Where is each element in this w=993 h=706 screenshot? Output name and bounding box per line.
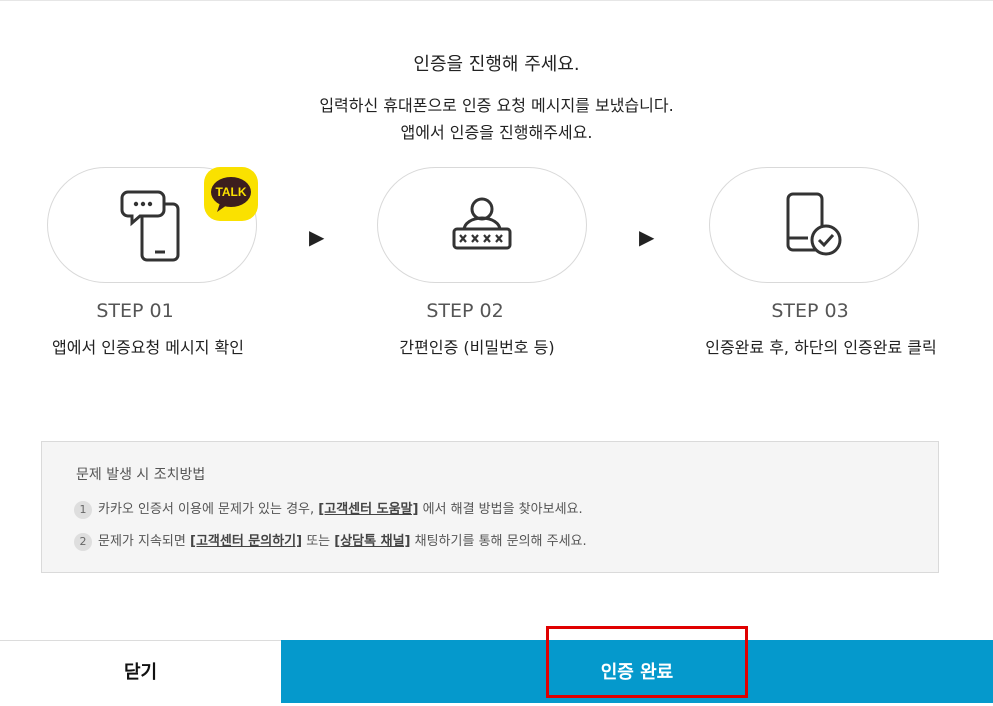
troubleshoot-item-1: 1 카카오 인증서 이용에 문제가 있는 경우, [고객센터 도움말] 에서 해결… <box>74 498 583 519</box>
step-arrow-2: ▶ <box>639 225 655 249</box>
instruction-line-1: 입력하신 휴대폰으로 인증 요청 메시지를 보냈습니다. <box>319 96 674 115</box>
item-2-suffix: 채팅하기를 통해 문의해 주세요. <box>410 534 587 549</box>
contact-support-link[interactable]: [고객센터 문의하기] <box>190 534 302 549</box>
user-password-icon <box>452 197 512 250</box>
step-2-card <box>377 167 587 283</box>
step-1-label: STEP 01 <box>96 300 174 322</box>
step-arrow-1: ▶ <box>309 225 325 249</box>
kakaotalk-badge: TALK <box>204 167 258 221</box>
step-3-label: STEP 03 <box>771 300 849 322</box>
step-3-card <box>709 167 919 283</box>
step-2-label: STEP 02 <box>426 300 504 322</box>
step-3-description: 인증완료 후, 하단의 인증완료 클릭 <box>705 338 937 357</box>
phone-chat-icon <box>120 190 180 262</box>
phone-check-icon <box>786 192 842 256</box>
instruction-line-2: 앱에서 인증을 진행해주세요. <box>400 123 593 142</box>
close-button[interactable]: 닫기 <box>0 640 281 703</box>
complete-auth-button[interactable]: 인증 완료 <box>281 640 993 703</box>
page-title: 인증을 진행해 주세요. <box>413 54 580 75</box>
chat-channel-link[interactable]: [상담톡 채널] <box>334 534 410 549</box>
help-center-link[interactable]: [고객센터 도움말] <box>318 502 418 517</box>
item-2-middle: 또는 <box>302 534 335 549</box>
step-1-description: 앱에서 인증요청 메시지 확인 <box>52 338 244 357</box>
top-divider <box>0 0 993 1</box>
troubleshoot-item-2: 2 문제가 지속되면 [고객센터 문의하기] 또는 [상담톡 채널] 채팅하기를 … <box>74 530 587 551</box>
troubleshoot-box: 문제 발생 시 조치방법 1 카카오 인증서 이용에 문제가 있는 경우, [고객… <box>41 441 939 573</box>
talk-label: TALK <box>215 185 246 199</box>
item-2-text: 문제가 지속되면 <box>98 534 190 549</box>
troubleshoot-title: 문제 발생 시 조치방법 <box>76 467 206 483</box>
item-number-1: 1 <box>74 500 92 519</box>
item-1-text: 카카오 인증서 이용에 문제가 있는 경우, <box>98 502 319 517</box>
step-2-description: 간편인증 (비밀번호 등) <box>399 338 555 357</box>
item-number-2: 2 <box>74 532 92 551</box>
item-1-suffix: 에서 해결 방법을 찾아보세요. <box>418 502 583 517</box>
